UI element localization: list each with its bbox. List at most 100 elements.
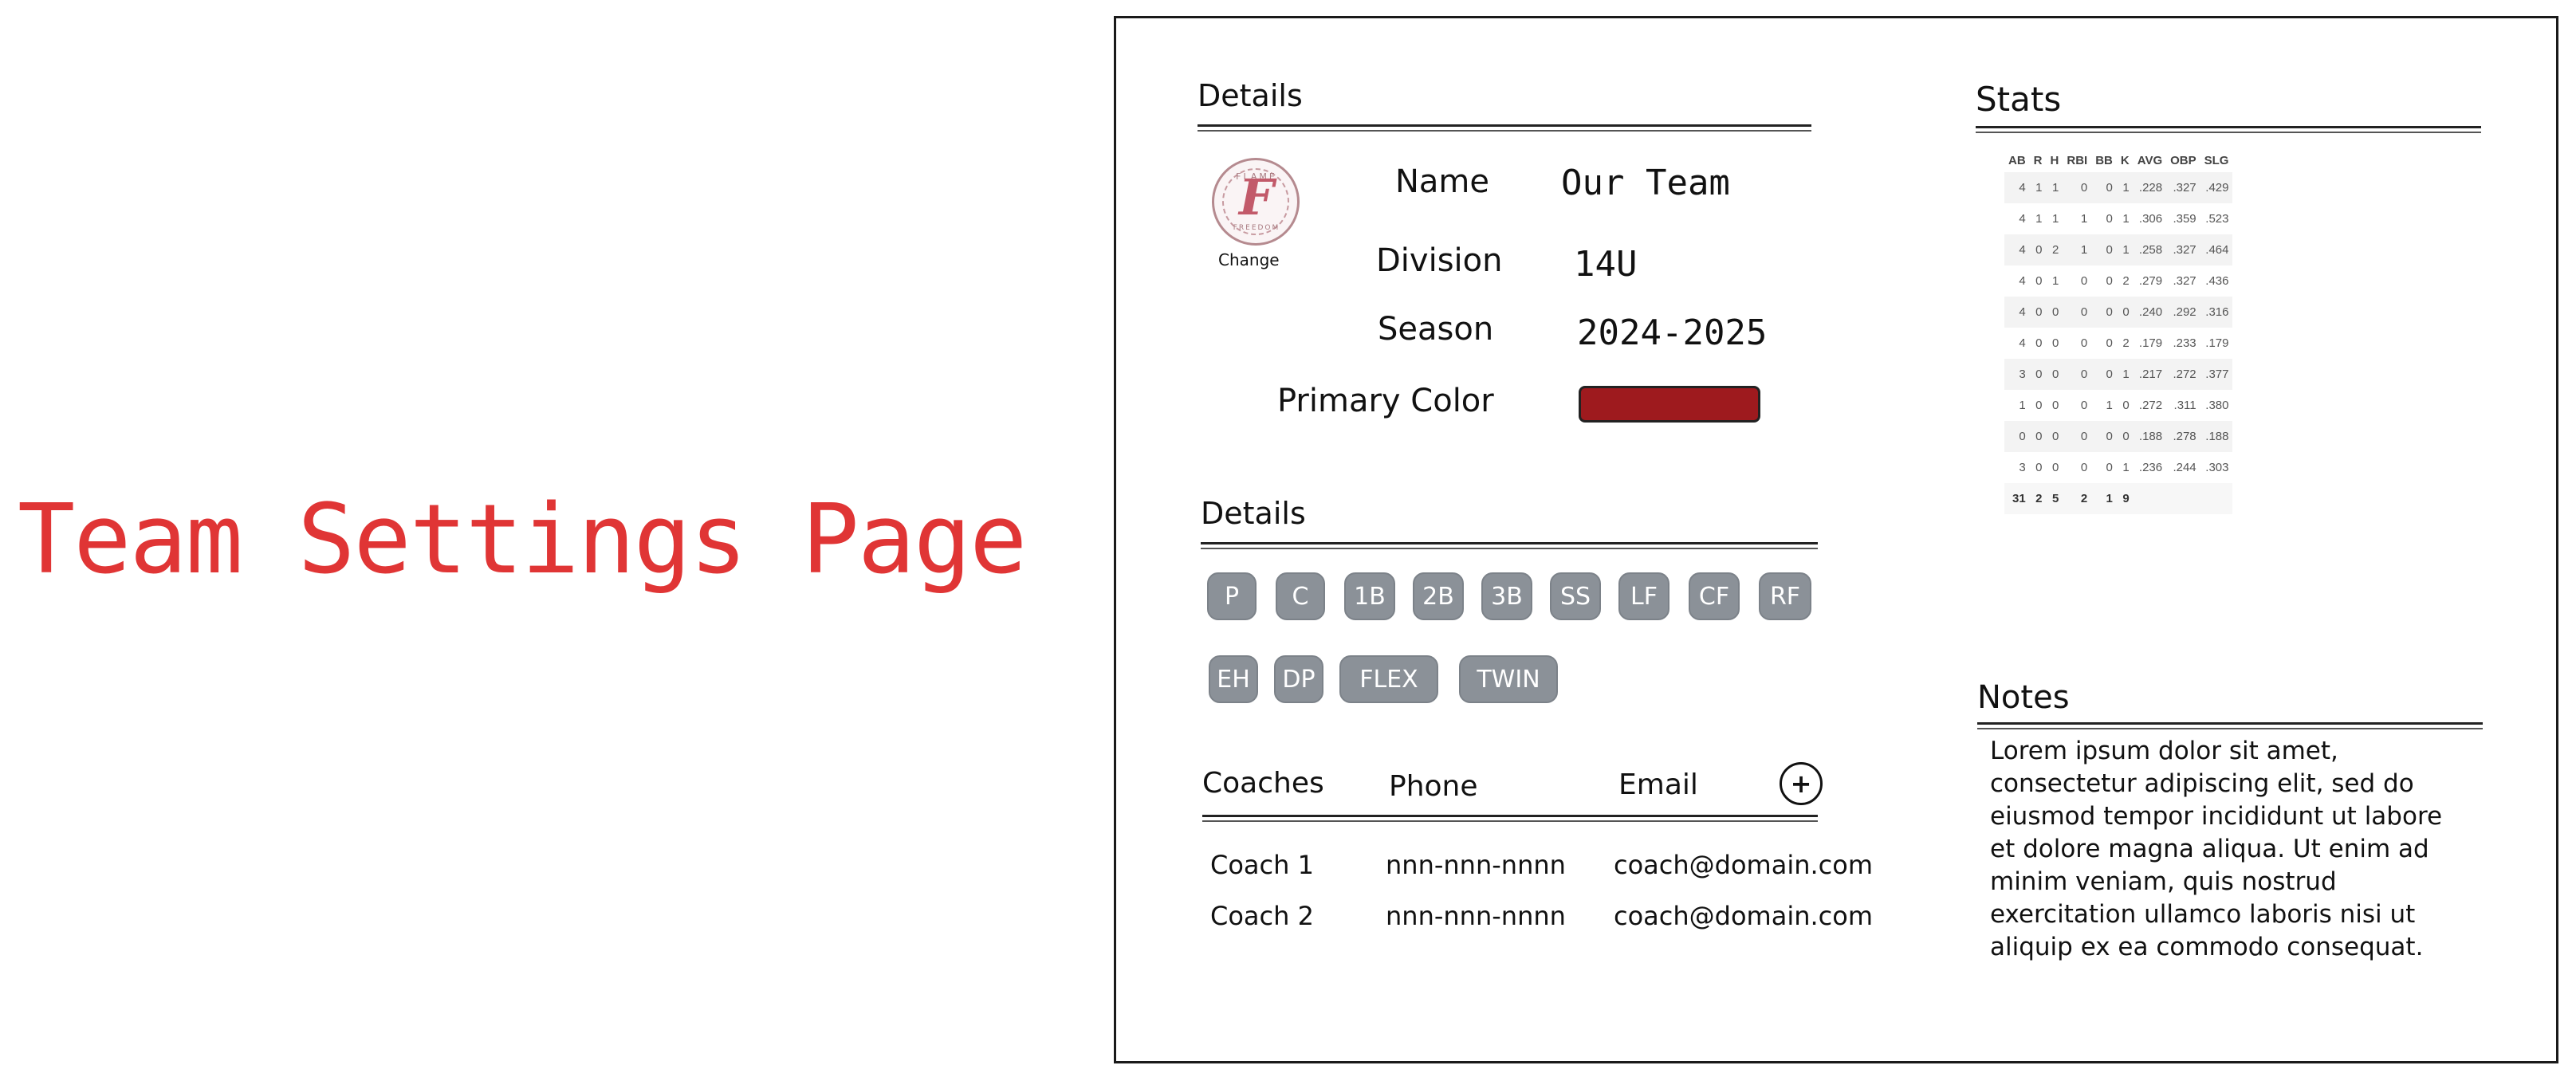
team-name-value[interactable]: Our Team xyxy=(1561,163,1730,203)
stats-cell: 0 xyxy=(2029,421,2047,452)
stats-row: 3 0 0 0 0 1.236.244.303 xyxy=(2004,452,2232,483)
stats-cell: 0 xyxy=(2091,421,2117,452)
stats-cell: .380 xyxy=(2205,399,2229,412)
position-chip-dp[interactable]: DP xyxy=(1274,655,1323,703)
stats-cell: 0 xyxy=(2063,172,2092,203)
stats-cell: 0 xyxy=(2091,297,2117,328)
stats-cell: .233 xyxy=(2173,336,2196,350)
stats-cell: .359 xyxy=(2173,212,2196,226)
stats-total-cell: 5 xyxy=(2046,483,2063,514)
stats-cell: 1 xyxy=(2046,172,2063,203)
stats-col-header: BB xyxy=(2095,153,2113,167)
position-chip-rf[interactable]: RF xyxy=(1759,572,1811,620)
stats-cell: 0 xyxy=(2106,461,2113,474)
position-chip-flex[interactable]: FLEX xyxy=(1339,655,1438,703)
stats-cell: 0 xyxy=(2080,274,2088,288)
stats-row: 4 0 0 0 0 0.240.292.316 xyxy=(2004,297,2233,328)
add-coach-button[interactable]: + xyxy=(1780,762,1823,805)
page-title: Team Settings Page xyxy=(18,485,1027,596)
stats-cell: .523 xyxy=(2205,212,2229,226)
stats-cell: 1 xyxy=(2019,399,2026,412)
stats-cell: 0 xyxy=(2106,336,2113,350)
notes-text[interactable]: Lorem ipsum dolor sit amet, consectetur … xyxy=(1990,735,2468,964)
stats-cell: 0 xyxy=(2063,421,2092,452)
stats-cell: 1 xyxy=(2116,234,2134,265)
stats-cell: .179 xyxy=(2205,336,2229,350)
positions-section-title: Details xyxy=(1201,496,1306,531)
stats-divider xyxy=(1976,126,2481,133)
stats-cell: 4 xyxy=(2004,234,2030,265)
position-chip-1b[interactable]: 1B xyxy=(1344,572,1395,620)
position-chip-eh[interactable]: EH xyxy=(1209,655,1258,703)
stats-cell: 0 xyxy=(2106,274,2113,288)
stats-cell: .217 xyxy=(2133,359,2167,390)
season-value[interactable]: 2024-2025 xyxy=(1577,313,1767,353)
stats-cell: 2 xyxy=(2122,274,2130,288)
stats-cell: .240 xyxy=(2133,297,2167,328)
stats-total-cell: 2 xyxy=(2063,483,2092,514)
stats-cell: .244 xyxy=(2173,461,2196,474)
stats-cell: .306 xyxy=(2138,212,2163,226)
stats-row: 4 1 1 0 0 1.228.327.429 xyxy=(2004,172,2233,203)
stats-cell: 1 xyxy=(2116,172,2134,203)
stats-cell: .278 xyxy=(2166,421,2200,452)
position-chip-twin[interactable]: TWIN xyxy=(1459,655,1558,703)
stats-col-header: R xyxy=(2033,153,2043,167)
coach-email[interactable]: coach@domain.com xyxy=(1614,901,1873,931)
stats-totals-row: 31 2 5 2 1 9 xyxy=(2004,483,2233,514)
stats-cell: 4 xyxy=(2019,274,2026,288)
stats-cell: .236 xyxy=(2138,461,2163,474)
stats-total-cell xyxy=(2133,483,2167,514)
stats-cell: 0 xyxy=(2052,461,2059,474)
stats-cell: 0 xyxy=(2116,421,2134,452)
change-logo-link[interactable]: Change xyxy=(1218,250,1280,269)
name-label: Name xyxy=(1395,163,1490,200)
division-value[interactable]: 14U xyxy=(1574,244,1637,285)
stats-total-cell: 9 xyxy=(2116,483,2134,514)
position-chip-lf[interactable]: LF xyxy=(1618,572,1669,620)
coach-email[interactable]: coach@domain.com xyxy=(1614,850,1873,880)
stats-cell: .292 xyxy=(2166,297,2200,328)
stats-cell: 3 xyxy=(2019,461,2026,474)
stats-col-header: K xyxy=(2120,153,2130,167)
stats-cell: 1 xyxy=(2106,399,2113,412)
stats-cell: 0 xyxy=(2046,359,2063,390)
position-chip-cf[interactable]: CF xyxy=(1689,572,1740,620)
stats-cell: 0 xyxy=(2035,336,2043,350)
position-chip-c[interactable]: C xyxy=(1276,572,1325,620)
position-chip-p[interactable]: P xyxy=(1207,572,1257,620)
primary-color-swatch[interactable] xyxy=(1579,386,1760,423)
stats-col-header: AB xyxy=(2008,153,2026,167)
stats-cell: 0 xyxy=(2029,359,2047,390)
stats-cell: 0 xyxy=(2091,234,2117,265)
logo-text-bottom: FREEDOM xyxy=(1233,224,1280,232)
coach-phone: nnn-nnn-nnnn xyxy=(1386,850,1566,880)
stats-cell: .327 xyxy=(2173,274,2196,288)
stats-cell: 1 xyxy=(2116,359,2134,390)
notes-divider xyxy=(1977,722,2483,729)
stats-cell: 4 xyxy=(2019,212,2026,226)
stats-row: 0 0 0 0 0 0.188.278.188 xyxy=(2004,421,2233,452)
position-chip-ss[interactable]: SS xyxy=(1550,572,1601,620)
stats-cell: .303 xyxy=(2205,461,2229,474)
stats-cell: .316 xyxy=(2200,297,2233,328)
season-label: Season xyxy=(1378,311,1494,348)
team-logo[interactable]: FLAME F FREEDOM xyxy=(1212,158,1300,246)
stats-cell: 1 xyxy=(2035,212,2043,226)
stats-cell: .464 xyxy=(2200,234,2233,265)
stats-cell: .429 xyxy=(2200,172,2233,203)
stats-cell: 0 xyxy=(2029,234,2047,265)
stats-cell: 4 xyxy=(2004,172,2030,203)
stats-cell: 0 xyxy=(2091,172,2117,203)
stats-cell: .258 xyxy=(2133,234,2167,265)
stats-cell: 0 xyxy=(2106,212,2113,226)
position-chip-3b[interactable]: 3B xyxy=(1481,572,1532,620)
stats-cell: 0 xyxy=(2116,297,2134,328)
stats-cell: .179 xyxy=(2138,336,2163,350)
position-chip-2b[interactable]: 2B xyxy=(1413,572,1464,620)
email-header: Email xyxy=(1618,768,1698,801)
stats-section-title: Stats xyxy=(1976,80,2062,119)
stats-cell: .188 xyxy=(2133,421,2167,452)
stats-cell: 0 xyxy=(2063,297,2092,328)
stats-cell: .377 xyxy=(2200,359,2233,390)
